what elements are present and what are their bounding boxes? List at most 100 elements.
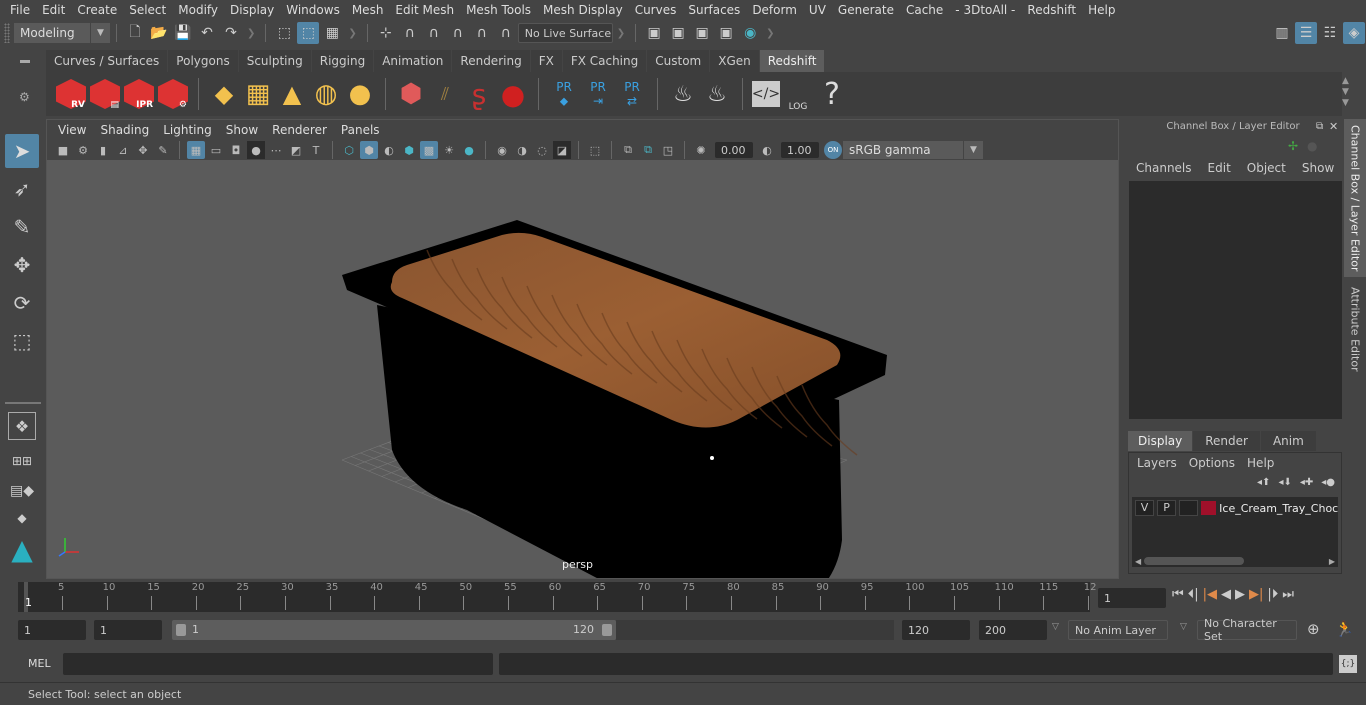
collapse-icon[interactable]: ❯ bbox=[348, 28, 356, 39]
help-icon[interactable]: ? bbox=[816, 76, 848, 112]
gate-mask-icon[interactable]: ● bbox=[247, 141, 265, 159]
menu-edit-mesh[interactable]: Edit Mesh bbox=[389, 3, 460, 17]
axis-icon[interactable]: ✢ bbox=[1288, 139, 1298, 153]
wireframe-on-shaded-icon[interactable]: ⬢ bbox=[400, 141, 418, 159]
character-set-dropdown[interactable]: No Character Set bbox=[1197, 617, 1297, 643]
move-layer-up-icon[interactable]: ◂⬆ bbox=[1257, 477, 1270, 488]
auto-key-icon[interactable]: ⊕ bbox=[1307, 620, 1320, 638]
menu-uv[interactable]: UV bbox=[803, 3, 832, 17]
channel-menu-show[interactable]: Show bbox=[1294, 161, 1342, 179]
redshift-render-sequence-icon[interactable]: ▤ bbox=[89, 76, 121, 112]
menu-file[interactable]: File bbox=[4, 3, 36, 17]
lasso-tool-icon[interactable]: ➶ bbox=[5, 172, 39, 206]
select-tool-icon[interactable]: ➤ bbox=[5, 134, 39, 168]
playback-start-field[interactable]: 1 bbox=[94, 620, 162, 640]
layer-menu-options[interactable]: Options bbox=[1189, 456, 1247, 470]
grid-toggle-icon[interactable]: ▦ bbox=[187, 141, 205, 159]
viewport-menu-renderer[interactable]: Renderer bbox=[265, 123, 334, 137]
time-slider[interactable]: 1 5 10 15 20 25 30 35 40 45 50 55 60 65 70 75 80 85 90 95 1… bbox=[18, 582, 1097, 612]
rs-spot-light-icon[interactable]: ▲ bbox=[276, 76, 308, 112]
image-plane-icon[interactable]: ⊿ bbox=[114, 141, 132, 159]
xray-active-icon[interactable]: ⧉ bbox=[639, 141, 657, 159]
render-view-icon[interactable]: ▣ bbox=[643, 22, 665, 44]
single-perspective-layout-icon[interactable]: ❖ bbox=[8, 412, 36, 440]
bake-multiple-icon[interactable]: ♨ bbox=[667, 76, 699, 112]
scroll-left-icon[interactable]: ◀ bbox=[1132, 557, 1144, 566]
step-forward-frame-icon[interactable]: |⏵ bbox=[1267, 587, 1278, 602]
ipr-render-icon[interactable]: ▣ bbox=[691, 22, 713, 44]
animation-preferences-icon[interactable]: 🏃 bbox=[1335, 620, 1354, 638]
collapse-icon[interactable]: ❯ bbox=[247, 28, 255, 39]
bake-single-icon[interactable]: ♨ bbox=[701, 76, 733, 112]
range-slider[interactable]: 1 120 bbox=[172, 620, 616, 640]
undo-icon[interactable]: ↶ bbox=[196, 22, 218, 44]
shelf-settings-icon[interactable]: ⚙ bbox=[19, 90, 30, 104]
redo-icon[interactable]: ↷ bbox=[220, 22, 242, 44]
go-to-end-icon[interactable]: ⏭ bbox=[1282, 587, 1294, 602]
menu-curves[interactable]: Curves bbox=[629, 3, 683, 17]
new-layer-selected-icon[interactable]: ◂● bbox=[1321, 477, 1335, 488]
select-hierarchy-icon[interactable]: ⬚ bbox=[273, 22, 295, 44]
isolate-select-icon[interactable]: ⬚ bbox=[586, 141, 604, 159]
viewport-menu-shading[interactable]: Shading bbox=[93, 123, 156, 137]
playback-end-field[interactable]: 120 bbox=[902, 620, 970, 640]
menu-generate[interactable]: Generate bbox=[832, 3, 900, 17]
3d-viewport[interactable]: persp bbox=[47, 160, 1118, 578]
new-empty-layer-icon[interactable]: ◂✚ bbox=[1300, 477, 1313, 488]
exposure-icon[interactable]: ✺ bbox=[692, 141, 710, 159]
shelf-tab-sculpting[interactable]: Sculpting bbox=[238, 50, 311, 72]
exposure-field[interactable]: 0.00 bbox=[715, 142, 753, 158]
resolution-gate-icon[interactable]: ◘ bbox=[227, 141, 245, 159]
channel-menu-edit[interactable]: Edit bbox=[1200, 161, 1239, 179]
paint-select-tool-icon[interactable]: ✎ bbox=[5, 210, 39, 244]
shelf-tab-curves-surfaces[interactable]: Curves / Surfaces bbox=[46, 50, 168, 72]
shelf-scroll-icon[interactable]: ▲ ▼ ▼ bbox=[1342, 76, 1349, 109]
menu-cache[interactable]: Cache bbox=[900, 3, 949, 17]
scale-tool-icon[interactable]: ⬚ bbox=[5, 324, 39, 358]
gamma-field[interactable]: 1.00 bbox=[781, 142, 819, 158]
menu-surfaces[interactable]: Surfaces bbox=[682, 3, 746, 17]
menu-windows[interactable]: Windows bbox=[280, 3, 346, 17]
snap-view-plane-icon[interactable]: ∩ bbox=[447, 22, 469, 44]
redshift-render-settings-icon[interactable]: ⚙ bbox=[157, 76, 189, 112]
attribute-editor-toggle-icon[interactable]: ☰ bbox=[1295, 22, 1317, 44]
rs-sun-sky-icon[interactable]: ● bbox=[344, 76, 376, 112]
camera-attributes-icon[interactable]: ⚙ bbox=[74, 141, 92, 159]
workspace-dropdown[interactable]: Modeling ▼ bbox=[14, 23, 110, 43]
shadows-icon[interactable]: ● bbox=[460, 141, 478, 159]
move-layer-down-icon[interactable]: ◂⬇ bbox=[1278, 477, 1291, 488]
xray-icon[interactable]: ⧉ bbox=[619, 141, 637, 159]
rs-dome-light-icon[interactable]: ▦ bbox=[242, 76, 274, 112]
rs-mesh-light-icon[interactable]: ◍ bbox=[310, 76, 342, 112]
redshift-ipr-icon[interactable]: IPR bbox=[123, 76, 155, 112]
shelf-tab-fx-caching[interactable]: FX Caching bbox=[562, 50, 647, 72]
wireframe-icon[interactable]: ⬡ bbox=[340, 141, 358, 159]
tool-settings-toggle-icon[interactable]: ☷ bbox=[1319, 22, 1341, 44]
menu-3dtoall[interactable]: - 3DtoAll - bbox=[949, 3, 1021, 17]
manipulator-icon[interactable]: ● bbox=[1307, 139, 1317, 153]
colorspace-dropdown[interactable]: sRGB gamma ▼ bbox=[843, 141, 983, 159]
use-all-lights-icon[interactable]: ☀ bbox=[440, 141, 458, 159]
select-object-icon[interactable]: ⬚ bbox=[297, 22, 320, 44]
layer-tab-render[interactable]: Render bbox=[1193, 431, 1260, 451]
layer-row[interactable]: V P Ice_Cream_Tray_Choco bbox=[1132, 497, 1338, 519]
rs-volume-icon[interactable]: ⫽ bbox=[429, 76, 461, 112]
script-editor-icon[interactable]: </> bbox=[752, 81, 780, 107]
float-icon[interactable]: ⧉ bbox=[1316, 121, 1323, 132]
animation-start-field[interactable]: 1 bbox=[18, 620, 86, 640]
menu-edit[interactable]: Edit bbox=[36, 3, 71, 17]
rs-hair-icon[interactable]: ʂ bbox=[463, 76, 495, 112]
step-back-key-icon[interactable]: |◀ bbox=[1203, 587, 1217, 602]
layer-menu-help[interactable]: Help bbox=[1247, 456, 1274, 470]
field-chart-icon[interactable]: ⋯ bbox=[267, 141, 285, 159]
menu-help[interactable]: Help bbox=[1082, 3, 1121, 17]
camera-select-icon[interactable]: ■ bbox=[54, 141, 72, 159]
menu-select[interactable]: Select bbox=[123, 3, 172, 17]
shelf-tab-fx[interactable]: FX bbox=[530, 50, 562, 72]
rotate-tool-icon[interactable]: ⟳ bbox=[5, 286, 39, 320]
film-gate-icon[interactable]: ▭ bbox=[207, 141, 225, 159]
save-scene-icon[interactable]: 💾 bbox=[172, 22, 194, 44]
textured-icon[interactable]: ▩ bbox=[420, 141, 438, 159]
rs-sphere-icon[interactable]: ● bbox=[497, 76, 529, 112]
layer-color-swatch[interactable] bbox=[1201, 501, 1217, 515]
